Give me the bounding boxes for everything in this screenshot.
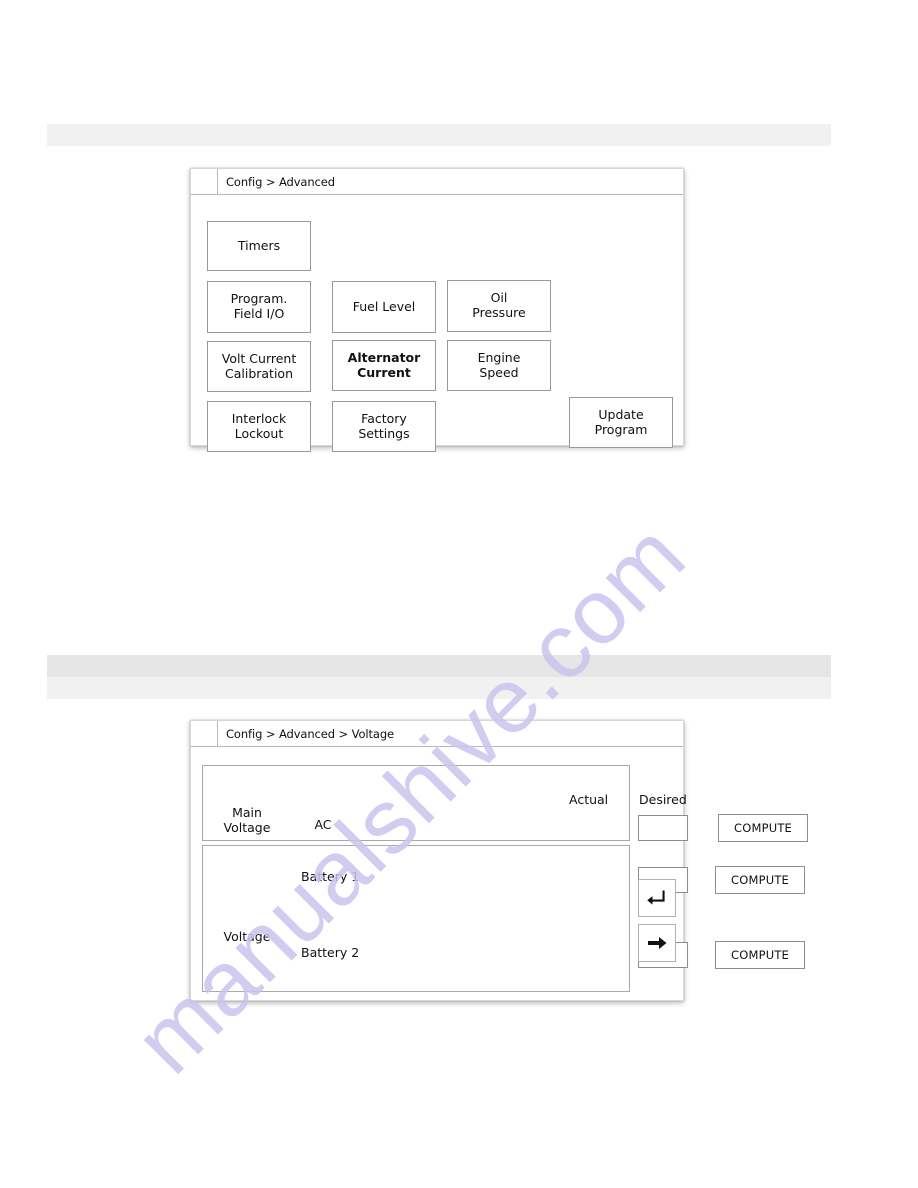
button-compute-battery-2[interactable]: COMPUTE	[715, 941, 805, 969]
advanced-button-grid: Timers Program. Field I/O Fuel Level Oil…	[191, 195, 683, 452]
battery-voltage-group	[202, 845, 630, 992]
button-update-program[interactable]: Update Program	[569, 397, 673, 448]
titlebar-icon-slot	[191, 721, 218, 746]
button-oil-pressure[interactable]: Oil Pressure	[447, 280, 551, 332]
advanced-menu-panel: Config > Advanced Timers Program. Field …	[190, 168, 684, 452]
titlebar-icon-slot	[191, 169, 218, 194]
button-interlock-lockout[interactable]: Interlock Lockout	[207, 401, 311, 452]
button-programmable-field-io[interactable]: Program. Field I/O	[207, 281, 311, 333]
button-engine-speed[interactable]: Engine Speed	[447, 340, 551, 391]
column-header-actual: Actual	[569, 792, 609, 807]
label-voltage-group: Voltage	[223, 929, 271, 944]
button-compute-ac[interactable]: COMPUTE	[718, 814, 808, 842]
label-battery-2-row: Battery 2	[301, 945, 360, 960]
label-main-voltage: Main Voltage	[223, 805, 271, 835]
advanced-panel-titlebar: Config > Advanced	[191, 169, 683, 195]
button-forward[interactable]	[638, 924, 676, 962]
back-arrow-icon	[646, 888, 668, 908]
button-timers[interactable]: Timers	[207, 221, 311, 271]
voltage-calibration-panel: Config > Advanced > Voltage Main Voltage…	[190, 720, 808, 1001]
breadcrumb-advanced: Config > Advanced	[226, 174, 335, 189]
button-fuel-level[interactable]: Fuel Level	[332, 281, 436, 333]
button-alternator-current[interactable]: Alternator Current	[332, 340, 436, 391]
voltage-form-body: Main Voltage AC Actual Desired Voltage B…	[191, 747, 808, 1000]
button-volt-current-calibration[interactable]: Volt Current Calibration	[207, 341, 311, 392]
right-arrow-icon	[646, 934, 668, 952]
input-desired-ac[interactable]	[638, 815, 688, 841]
button-back[interactable]	[638, 879, 676, 917]
section-bar-middle-upper	[47, 655, 831, 677]
column-header-desired: Desired	[639, 792, 687, 807]
section-bar-top	[47, 124, 831, 146]
button-factory-settings[interactable]: Factory Settings	[332, 401, 436, 452]
label-battery-1-row: Battery 1	[301, 869, 360, 884]
breadcrumb-voltage: Config > Advanced > Voltage	[226, 726, 395, 741]
voltage-panel-titlebar: Config > Advanced > Voltage	[191, 721, 683, 747]
label-ac-row: AC	[314, 817, 332, 832]
section-bar-middle-lower	[47, 677, 831, 699]
button-compute-battery-1[interactable]: COMPUTE	[715, 866, 805, 894]
